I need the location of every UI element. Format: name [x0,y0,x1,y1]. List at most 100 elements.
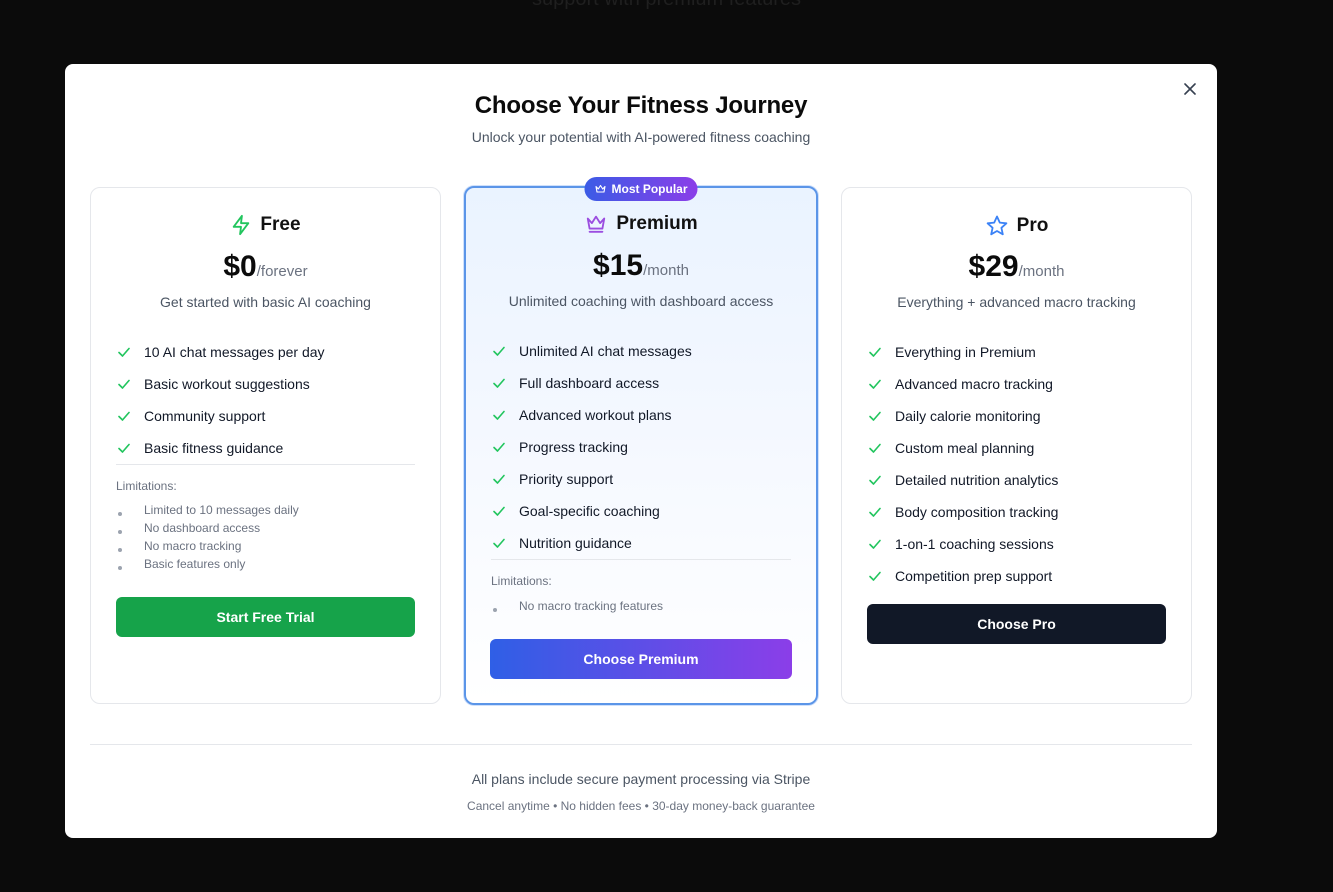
pricing-modal: Choose Your Fitness Journey Unlock your … [65,64,1217,838]
limitation-item: No macro tracking features [491,597,791,615]
feature-label: Custom meal planning [895,440,1035,456]
check-icon [869,475,881,485]
check-icon [118,443,130,453]
modal-subtitle: Unlock your potential with AI-powered fi… [471,129,811,145]
feature-list: 10 AI chat messages per day Basic workou… [116,336,415,464]
check-icon [869,507,881,517]
modal-title: Choose Your Fitness Journey [474,92,808,119]
check-icon [869,571,881,581]
plan-period: /month [643,262,689,279]
plan-period: /month [1018,263,1065,280]
limitation-label: Limited to 10 messages daily [144,503,299,517]
plan-price: $15 [593,249,644,282]
feature-item: Daily calorie monitoring [867,400,1166,432]
bullet-icon [491,597,519,615]
feature-label: Detailed nutrition analytics [895,472,1059,488]
lightning-icon [233,214,250,236]
feature-item: Goal-specific coaching [491,495,791,527]
feature-item: 1-on-1 coaching sessions [867,528,1166,560]
feature-item: Basic workout suggestions [116,368,415,400]
feature-label: Basic workout suggestions [144,376,310,392]
feature-item: Unlimited AI chat messages [491,335,791,367]
bullet-icon [116,519,144,537]
bullet-icon [116,501,144,519]
plan-period: /forever [256,263,308,280]
feature-item: Priority support [491,463,791,495]
feature-item: Detailed nutrition analytics [867,464,1166,496]
feature-item: Basic fitness guidance [116,432,415,464]
check-icon [118,379,130,389]
footer-divider [90,744,1192,745]
check-icon [493,506,505,516]
feature-label: 10 AI chat messages per day [144,344,325,360]
plan-header: Pro [842,214,1191,238]
limitation-item: Basic features only [116,555,415,573]
limitation-item: Limited to 10 messages daily [116,501,415,519]
feature-item: 10 AI chat messages per day [116,336,415,368]
feature-item: Community support [116,400,415,432]
limitation-label: No macro tracking features [519,599,664,613]
check-icon [869,539,881,549]
most-popular-badge: Most Popular [584,177,698,201]
crown-icon [587,215,606,233]
feature-label: Priority support [519,471,614,487]
plan-name: Premium [616,213,698,234]
feature-list: Unlimited AI chat messages Full dashboar… [491,335,791,559]
feature-item: Body composition tracking [867,496,1166,528]
plan-description: Get started with basic AI coaching [160,294,371,310]
feature-label: Full dashboard access [519,375,660,391]
footer-guarantee: Cancel anytime • No hidden fees • 30-day… [467,799,815,813]
feature-label: Nutrition guidance [519,535,632,551]
choose-premium-button[interactable]: Choose Premium [490,639,792,679]
plan-description: Unlimited coaching with dashboard access [508,293,774,309]
choose-pro-button[interactable]: Choose Pro [867,604,1166,644]
divider [116,464,415,465]
feature-item: Competition prep support [867,560,1166,592]
bullet-icon [116,555,144,573]
limitations-title: Limitations: [116,479,177,493]
limitations-list: Limited to 10 messages daily No dashboar… [116,501,415,573]
divider [491,559,791,560]
crown-icon [595,184,606,193]
check-icon [493,538,505,548]
footer-note: All plans include secure payment process… [471,771,811,787]
limitation-item: No dashboard access [116,519,415,537]
limitation-label: No dashboard access [144,521,261,535]
plan-card-premium: Most Popular Premium $15/month Unlimited… [464,177,818,705]
feature-label: 1-on-1 coaching sessions [895,536,1054,552]
bullet-icon [116,537,144,555]
star-icon [986,215,1007,236]
check-icon [869,443,881,453]
feature-label: Everything in Premium [895,344,1036,360]
check-icon [118,411,130,421]
feature-label: Unlimited AI chat messages [519,343,692,359]
feature-item: Custom meal planning [867,432,1166,464]
badge-label: Most Popular [611,182,688,196]
limitation-item: No macro tracking [116,537,415,555]
feature-item: Progress tracking [491,431,791,463]
check-icon [493,474,505,484]
feature-item: Advanced workout plans [491,399,791,431]
limitation-label: No macro tracking [144,539,242,553]
price-row: $15/month [466,249,816,283]
feature-label: Competition prep support [895,568,1053,584]
feature-item: Everything in Premium [867,336,1166,368]
plan-card-pro: Pro $29/month Everything + advanced macr… [841,187,1192,704]
check-icon [493,378,505,388]
feature-item: Full dashboard access [491,367,791,399]
feature-label: Goal-specific coaching [519,503,660,519]
feature-item: Nutrition guidance [491,527,791,559]
limitations-title: Limitations: [491,574,552,588]
feature-label: Progress tracking [519,439,628,455]
backdrop-text: support with premium features [0,0,1333,11]
plan-name: Pro [1016,215,1049,236]
check-icon [493,410,505,420]
start-free-trial-button[interactable]: Start Free Trial [116,597,415,637]
price-row: $0/forever [91,250,440,284]
limitations-list: No macro tracking features [491,597,791,615]
feature-item: Advanced macro tracking [867,368,1166,400]
plan-header: Free [91,214,440,236]
feature-label: Advanced macro tracking [895,376,1053,392]
plan-name: Free [260,214,301,235]
check-icon [869,379,881,389]
